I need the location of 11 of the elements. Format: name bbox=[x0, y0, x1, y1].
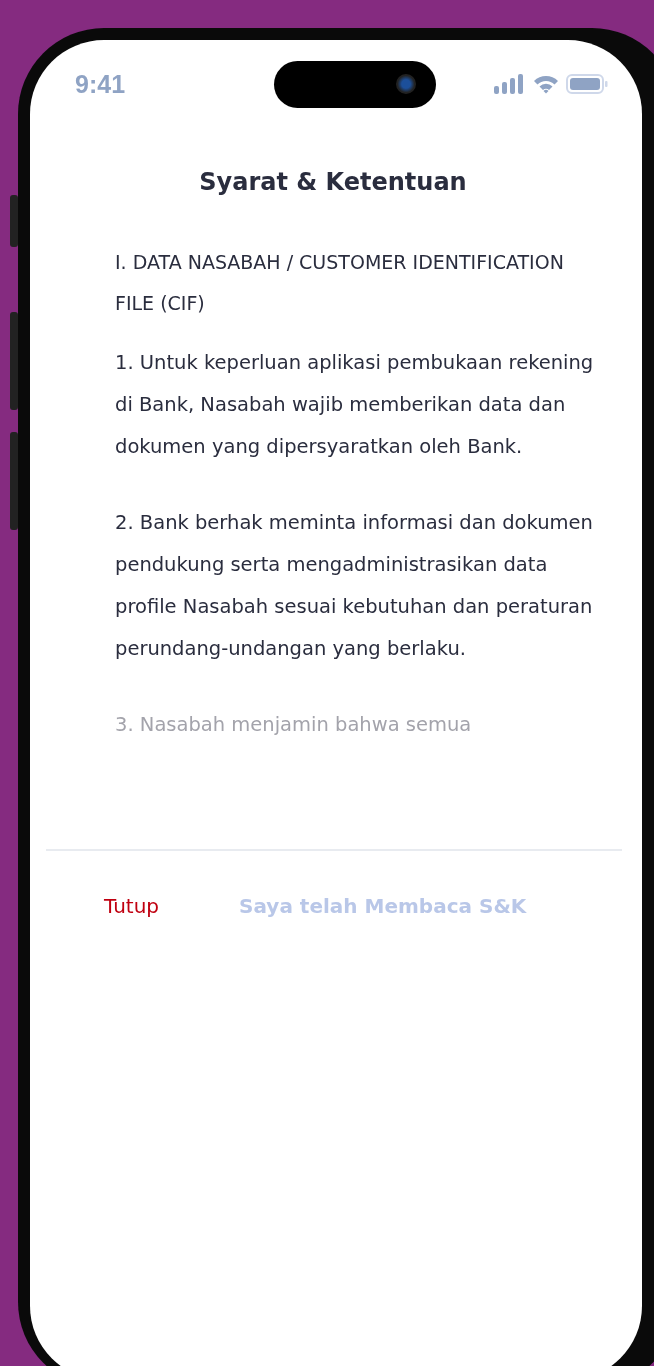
terms-paragraph: 2. Bank berhak meminta informasi dan dokumen pendukung serta mengadministrasikan data profile Nasabah sesuai kebutuhan dan peraturan perundang-undangan yang berlaku. bbox=[115, 510, 594, 662]
terms-paragraph: 3. Nasabah menjamin bahwa semua bbox=[115, 712, 473, 738]
terms-paragraph: 1. Untuk keperluan aplikasi pembukaan rekening di Bank, Nasabah wajib memberikan data dan dokumen yang dipersyaratkan oleh Bank. bbox=[115, 350, 595, 460]
close-button[interactable]: Tutup bbox=[92, 888, 172, 924]
page-title: Syarat & Ketentuan bbox=[198, 168, 468, 196]
wifi-icon bbox=[532, 74, 560, 94]
status-time: 9:41 bbox=[75, 69, 127, 99]
section-heading: I. DATA NASABAH / CUSTOMER IDENTIFICATION FILE (CIF) bbox=[115, 250, 565, 316]
signal-icon bbox=[494, 74, 526, 94]
camera-icon bbox=[395, 74, 416, 94]
battery-icon bbox=[566, 74, 608, 94]
